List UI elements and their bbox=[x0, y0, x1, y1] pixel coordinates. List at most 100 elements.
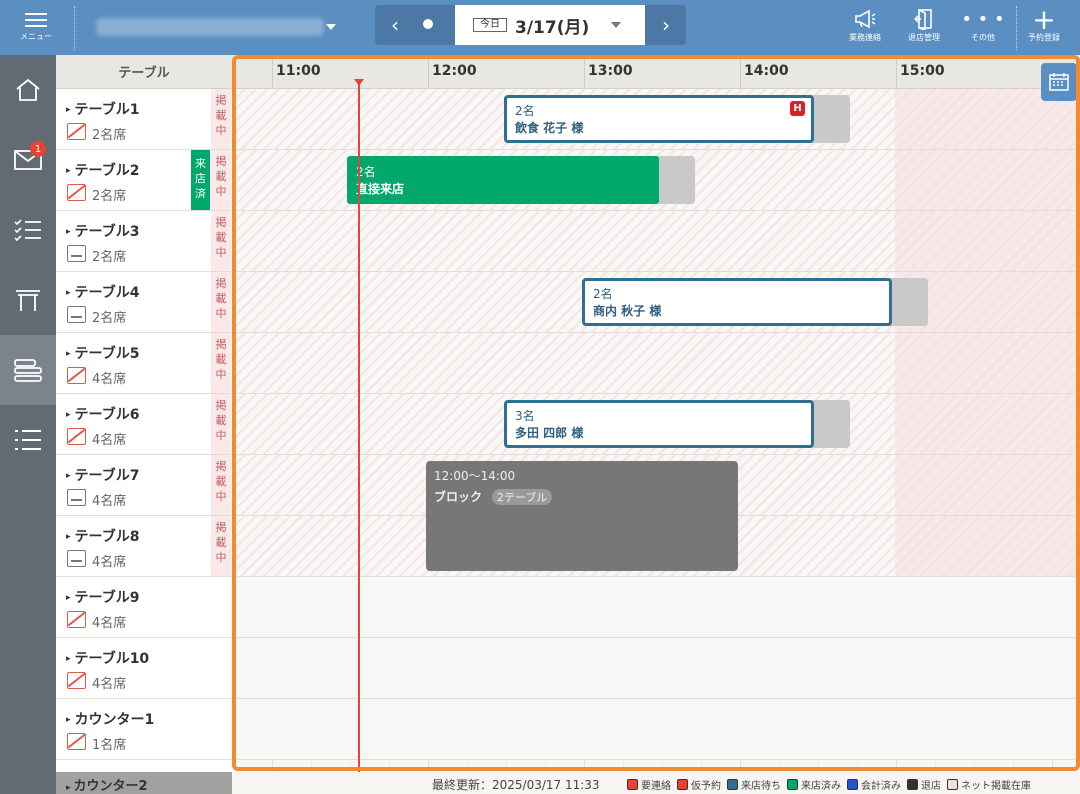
table-row[interactable]: テーブル4 2名席 掲載中 bbox=[56, 272, 232, 333]
list-button[interactable] bbox=[0, 405, 56, 475]
last-updated: 最終更新：2025/03/17 11:33 bbox=[432, 778, 600, 792]
table-row[interactable]: テーブル6 4名席 掲載中 bbox=[56, 394, 232, 455]
table-icon bbox=[16, 290, 40, 311]
party-size: 2名 bbox=[356, 165, 376, 179]
table-row[interactable]: テーブル3 2名席 掲載中 bbox=[56, 211, 232, 272]
legend-label: 仮予約 bbox=[691, 781, 721, 792]
table-name: テーブル8 bbox=[66, 526, 140, 546]
smoking-icon bbox=[67, 306, 86, 323]
checklist-button[interactable] bbox=[0, 195, 56, 265]
hour-tick bbox=[428, 55, 429, 89]
time-label: 14:00 bbox=[744, 63, 789, 79]
more-label: その他 bbox=[971, 33, 995, 42]
date-picker[interactable]: 今日 3/17(月) bbox=[455, 5, 645, 45]
no-smoking-icon bbox=[67, 184, 86, 201]
table-row[interactable]: カウンター1 1名席 bbox=[56, 699, 232, 760]
listing-inventory bbox=[895, 455, 1080, 515]
table-row[interactable]: テーブル2 2名席 掲載中来店済 bbox=[56, 150, 232, 211]
previous-day-button[interactable]: ‹ bbox=[375, 5, 415, 45]
time-label: 11:00 bbox=[276, 63, 321, 79]
hour-tick bbox=[584, 55, 585, 89]
time-label: 15:00 bbox=[900, 63, 945, 79]
table-row[interactable]: テーブル10 4名席 bbox=[56, 638, 232, 699]
list-icon bbox=[15, 430, 41, 450]
legend-label: 会計済み bbox=[861, 781, 901, 792]
listing-badge: 掲載中 bbox=[211, 272, 231, 332]
guest-name: 商内 秋子 様 bbox=[593, 304, 662, 318]
new-reservation-label: 予約登録 bbox=[1028, 33, 1060, 42]
next-day-button[interactable]: › bbox=[646, 5, 686, 45]
table-row-partial[interactable]: カウンター2 bbox=[56, 772, 232, 794]
notice-button[interactable]: 業務連絡 bbox=[837, 6, 893, 50]
new-reservation-button[interactable]: + 予約登録 bbox=[1016, 3, 1072, 50]
date-navigator: ‹ 今日 3/17(月) › bbox=[375, 5, 686, 45]
seat-count: 4名席 bbox=[92, 677, 127, 692]
legend-swatch bbox=[727, 779, 738, 790]
listing-badge: 掲載中 bbox=[211, 516, 231, 576]
block-card[interactable]: 12:00～14:00 ブロック 2テーブル bbox=[426, 461, 738, 571]
table-row[interactable]: テーブル7 4名席 掲載中 bbox=[56, 455, 232, 516]
legend-swatch bbox=[627, 779, 638, 790]
no-smoking-icon bbox=[67, 611, 86, 628]
party-size: 3名 bbox=[515, 409, 535, 423]
table-name: テーブル4 bbox=[66, 282, 140, 302]
shop-selector[interactable] bbox=[96, 18, 324, 36]
timeline-button[interactable] bbox=[0, 335, 56, 405]
guest-name: 直接来店 bbox=[356, 182, 405, 196]
table-layout-button[interactable] bbox=[0, 265, 56, 335]
legend-item: 要連絡 bbox=[627, 777, 671, 792]
table-row[interactable]: テーブル5 4名席 掲載中 bbox=[56, 333, 232, 394]
top-bar: メニュー ‹ 今日 3/17(月) › 業務連絡 退店管理 • • • その他 … bbox=[0, 0, 1080, 55]
party-size: 2名 bbox=[515, 104, 535, 118]
guest-name: 多田 四郎 様 bbox=[515, 426, 584, 440]
exit-management-button[interactable]: 退店管理 bbox=[896, 6, 952, 50]
calendar-icon bbox=[1049, 73, 1069, 91]
reservation-card[interactable]: 2名 飲食 花子 様 H bbox=[504, 95, 814, 143]
status-footer: 最終更新：2025/03/17 11:33 要連絡 仮予約 来店待ち 来店済み 会計済み… bbox=[232, 772, 1080, 794]
today-button[interactable]: 今日 bbox=[473, 18, 507, 32]
checklist-icon bbox=[14, 219, 41, 242]
legend-item: 退店 bbox=[907, 777, 941, 792]
megaphone-icon bbox=[853, 6, 877, 32]
listing-inventory bbox=[895, 516, 1080, 576]
legend-label: 退店 bbox=[921, 781, 941, 792]
time-label: 13:00 bbox=[588, 63, 633, 79]
exit-door-icon bbox=[913, 6, 935, 32]
timeline-icon bbox=[14, 359, 42, 382]
reservation-buffer bbox=[810, 95, 850, 143]
home-button[interactable] bbox=[0, 55, 56, 125]
menu-button[interactable]: メニュー bbox=[0, 0, 72, 55]
legend-swatch bbox=[787, 779, 798, 790]
listing-badge: 掲載中 bbox=[211, 150, 231, 210]
visit-status-badge: 来店済 bbox=[191, 150, 210, 210]
table-row[interactable]: テーブル9 4名席 bbox=[56, 577, 232, 638]
more-button[interactable]: • • • その他 bbox=[955, 6, 1011, 50]
cigarette-shape bbox=[71, 499, 82, 501]
table-name: カウンター1 bbox=[66, 709, 155, 729]
table-row[interactable]: テーブル1 2名席 掲載中 bbox=[56, 89, 232, 150]
seat-count: 4名席 bbox=[92, 433, 127, 448]
reservation-card[interactable]: 3名多田 四郎 様 bbox=[504, 400, 814, 448]
current-time-button[interactable] bbox=[423, 19, 433, 29]
legend-swatch bbox=[677, 779, 688, 790]
guest-name: 飲食 花子 様 bbox=[515, 121, 584, 135]
home-icon bbox=[16, 78, 40, 101]
table-row[interactable]: テーブル8 4名席 掲載中 bbox=[56, 516, 232, 577]
calendar-button[interactable] bbox=[1041, 63, 1077, 101]
block-label: ブロック 2テーブル bbox=[434, 488, 730, 505]
chevron-down-icon[interactable] bbox=[326, 24, 336, 30]
walkin-card[interactable]: 2名直接来店 bbox=[347, 156, 659, 204]
party-size: 2名 bbox=[593, 287, 613, 301]
chevron-down-icon[interactable] bbox=[611, 22, 621, 28]
table-name: テーブル6 bbox=[66, 404, 140, 424]
more-dots-icon: • • • bbox=[961, 8, 1005, 30]
notice-label: 業務連絡 bbox=[849, 33, 881, 42]
cigarette-shape bbox=[71, 560, 82, 562]
reservation-card[interactable]: 2名商内 秋子 様 bbox=[582, 278, 892, 326]
listing-badge: 掲載中 bbox=[211, 211, 231, 271]
current-time-line bbox=[358, 80, 360, 794]
mail-button[interactable]: 1 bbox=[0, 125, 56, 195]
legend-item: 来店待ち bbox=[727, 777, 781, 792]
legend-label: 要連絡 bbox=[641, 781, 671, 792]
smoking-icon bbox=[67, 245, 86, 262]
